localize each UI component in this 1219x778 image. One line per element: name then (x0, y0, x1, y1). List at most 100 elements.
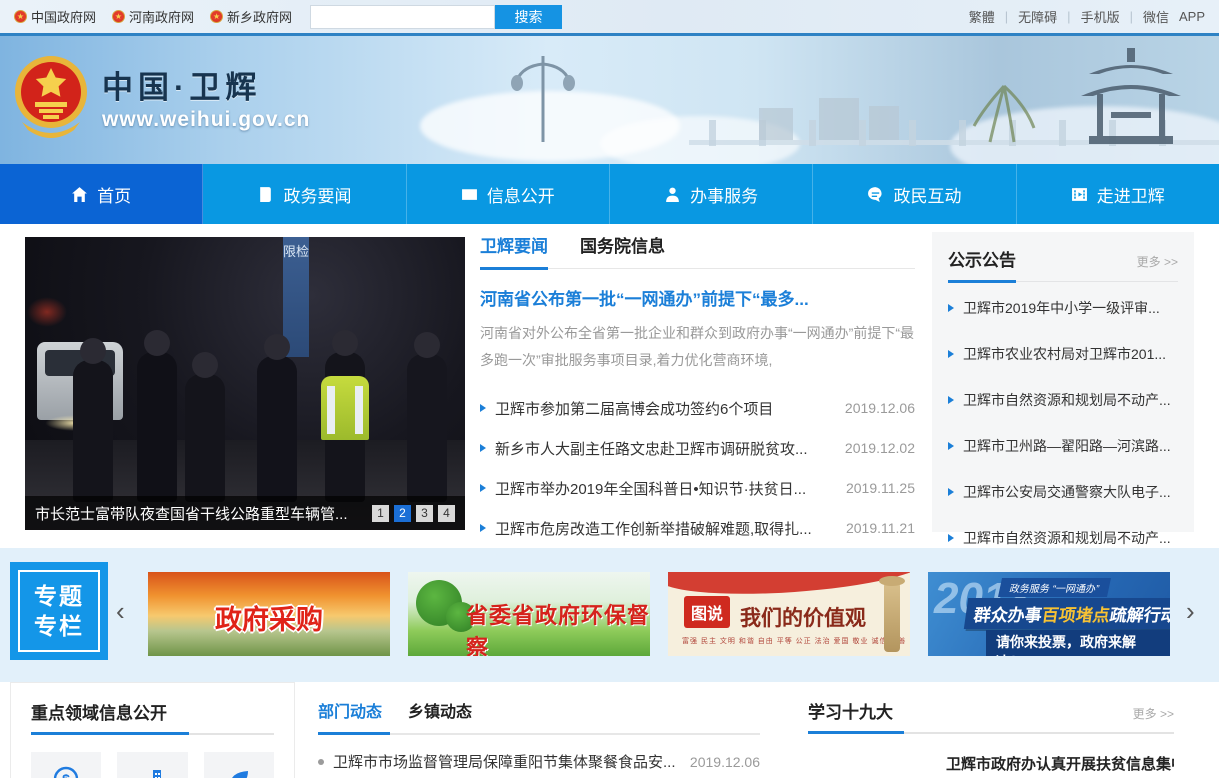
announcements-more-link[interactable]: 更多 >> (1137, 253, 1178, 270)
site-title: 中国·卫辉 (102, 62, 261, 107)
announcements-title: 公示公告 (948, 246, 1016, 283)
key-areas-title: 重点领域信息公开 (31, 699, 167, 736)
nav-info-disclosure[interactable]: 信息公开 (407, 164, 610, 224)
announcement-title: 卫辉市卫州路—翟阳路—河滨路... (963, 436, 1171, 456)
tile-construction[interactable] (117, 752, 187, 778)
link-china-gov[interactable]: ★ 中国政府网 (14, 7, 96, 26)
announcement-item[interactable]: 卫辉市2019年中小学一级评审... (948, 288, 1178, 328)
announcements-panel: 公示公告 更多 >> 卫辉市2019年中小学一级评审... 卫辉市农业农村局对卫… (932, 232, 1194, 532)
emblem-icon: ★ (112, 10, 125, 23)
news-photo-carousel[interactable]: 限检 市长范士富带队夜查国省干线公路重型车辆管... 1 2 3 4 (25, 237, 465, 530)
nav-label: 政民互动 (893, 182, 961, 207)
emblem-icon: ★ (210, 10, 223, 23)
banner-government-procurement[interactable]: 政府采购 (148, 572, 390, 656)
news-item-title: 卫辉市危房改造工作创新举措破解难题,取得扎... (495, 518, 836, 539)
announcement-item[interactable]: 卫辉市公安局交通警察大队电子... (948, 472, 1178, 512)
announcement-item[interactable]: 卫辉市卫州路—翟阳路—河滨路... (948, 426, 1178, 466)
special-topics-button[interactable]: 专题 专栏 (10, 562, 108, 660)
announcement-item[interactable]: 卫辉市农业农村局对卫辉市201... (948, 334, 1178, 374)
news-headline[interactable]: 河南省公布第一批“一网通办”前提下“最多... (480, 285, 915, 310)
dot-bullet-icon (318, 759, 324, 765)
emblem-icon: ★ (14, 10, 27, 23)
nav-home[interactable]: 首页 (0, 164, 203, 224)
announcement-title: 卫辉市公安局交通警察大队电子... (963, 482, 1171, 502)
news-panel: 卫辉要闻 国务院信息 河南省公布第一批“一网通办”前提下“最多... 河南省对外… (480, 232, 915, 588)
topics-label: 专题 (34, 581, 84, 611)
app-link[interactable]: APP (1179, 9, 1205, 24)
news-item[interactable]: 新乡市人大副主任路文忠赴卫辉市调研脱贫攻... 2019.12.02 (480, 428, 915, 468)
tile-finance[interactable]: $ (31, 752, 101, 778)
news-item[interactable]: 卫辉市举办2019年全国科普日•知识节·扶贫日... 2019.11.25 (480, 468, 915, 508)
page-1[interactable]: 1 (372, 505, 389, 522)
bottom-section: 重点领域信息公开 $ (0, 682, 1219, 778)
announcement-item[interactable]: 卫辉市自然资源和规划局不动产... (948, 380, 1178, 420)
search-input[interactable] (310, 5, 495, 29)
tab-department-dynamics[interactable]: 部门动态 (318, 698, 382, 733)
building-icon (139, 766, 165, 778)
tab-state-council-info[interactable]: 国务院信息 (580, 232, 665, 268)
gov-link-label: 新乡政府网 (227, 7, 292, 26)
triangle-bullet-icon (948, 442, 954, 450)
banner-environmental-inspection[interactable]: 省委省政府环保督察 (408, 572, 650, 656)
triangle-bullet-icon (480, 524, 486, 532)
carousel-caption: 市长范士富带队夜查国省干线公路重型车辆管... (35, 503, 372, 524)
nav-label: 政务要闻 (283, 182, 351, 207)
page-4[interactable]: 4 (438, 505, 455, 522)
home-icon (71, 186, 88, 203)
nav-government-news[interactable]: 政务要闻 (203, 164, 406, 224)
separator: | (1067, 9, 1070, 24)
tile-environment[interactable] (204, 752, 274, 778)
chat-icon (867, 186, 884, 203)
link-xinxiang-gov[interactable]: ★ 新乡政府网 (210, 7, 292, 26)
banner-blockage-relief-campaign[interactable]: 2018 政务服务 “一网通办” 群众办事百项堵点疏解行动 请你来投票，政府来解… (928, 572, 1170, 656)
dynamics-item-title: 卫辉市市场监督管理局保障重阳节集体聚餐食品安... (333, 751, 678, 772)
main-content: 限检 市长范士富带队夜查国省干线公路重型车辆管... 1 2 3 4 卫辉要闻 … (0, 224, 1219, 548)
key-areas-panel: 重点领域信息公开 $ (10, 682, 295, 778)
bridge-pavilion-scene (459, 36, 1219, 164)
dynamics-item-date: 2019.12.06 (690, 754, 760, 770)
key-areas-tiles: $ (31, 752, 274, 778)
news-item[interactable]: 卫辉市危房改造工作创新举措破解难题,取得扎... 2019.11.21 (480, 508, 915, 548)
tab-township-dynamics[interactable]: 乡镇动态 (408, 698, 472, 733)
separator: | (1005, 9, 1008, 24)
page-2[interactable]: 2 (394, 505, 411, 522)
tab-weihui-news[interactable]: 卫辉要闻 (480, 232, 548, 270)
mobile-version-link[interactable]: 手机版 (1081, 7, 1120, 26)
info-card-icon (461, 186, 478, 203)
leaf-icon (226, 766, 252, 778)
banner-title: 政府采购 (148, 598, 390, 637)
nav-about-weihui[interactable]: 走进卫辉 (1017, 164, 1219, 224)
news-summary: 河南省对外公布全省第一批企业和群众到政府办事“一网通办”前提下“最多跑一次”审批… (480, 320, 915, 374)
triangle-bullet-icon (948, 396, 954, 404)
traditional-chinese-link[interactable]: 繁體 (969, 7, 995, 26)
triangle-bullet-icon (948, 350, 954, 358)
site-header: 中国·卫辉 www.weihui.gov.cn (0, 36, 1219, 164)
announcement-title: 卫辉市自然资源和规划局不动产... (963, 390, 1171, 410)
banner-ribbon: 政务服务 “一网通办” (998, 578, 1111, 597)
carousel-prev-arrow[interactable]: ‹ (116, 598, 125, 624)
person-icon (664, 186, 681, 203)
link-henan-gov[interactable]: ★ 河南政府网 (112, 7, 194, 26)
nav-label: 办事服务 (690, 182, 758, 207)
dynamics-item[interactable]: 卫辉市市场监督管理局保障重阳节集体聚餐食品安... 2019.12.06 (318, 751, 760, 772)
carousel-next-arrow[interactable]: › (1186, 598, 1195, 624)
study-more-link[interactable]: 更多 >> (1133, 705, 1174, 722)
wechat-link[interactable]: 微信 (1143, 7, 1169, 26)
news-item[interactable]: 卫辉市参加第二届高博会成功签约6个项目 2019.12.06 (480, 388, 915, 428)
banner-core-values[interactable]: 图说 我们的价值观 富强 民主 文明 和谐 自由 平等 公正 法治 爱国 敬业 … (668, 572, 910, 656)
nav-label: 走进卫辉 (1097, 182, 1165, 207)
banner-title: 我们的价值观 (740, 602, 866, 632)
page-3[interactable]: 3 (416, 505, 433, 522)
nav-services[interactable]: 办事服务 (610, 164, 813, 224)
accessibility-link[interactable]: 无障碍 (1018, 7, 1057, 26)
search-button[interactable]: 搜索 (495, 5, 562, 29)
topics-label: 专栏 (34, 611, 84, 641)
separator: | (1130, 9, 1133, 24)
dynamics-tabs: 部门动态 乡镇动态 (318, 698, 760, 733)
nav-interaction[interactable]: 政民互动 (813, 164, 1016, 224)
search-bar: 搜索 (310, 5, 562, 29)
news-item-date: 2019.11.21 (846, 520, 915, 536)
money-icon: $ (53, 766, 79, 778)
banner-title: 省委省政府环保督察 (466, 598, 650, 656)
study-item[interactable]: 卫辉市政府办认真开展扶贫信息集中提升 (946, 753, 1174, 774)
